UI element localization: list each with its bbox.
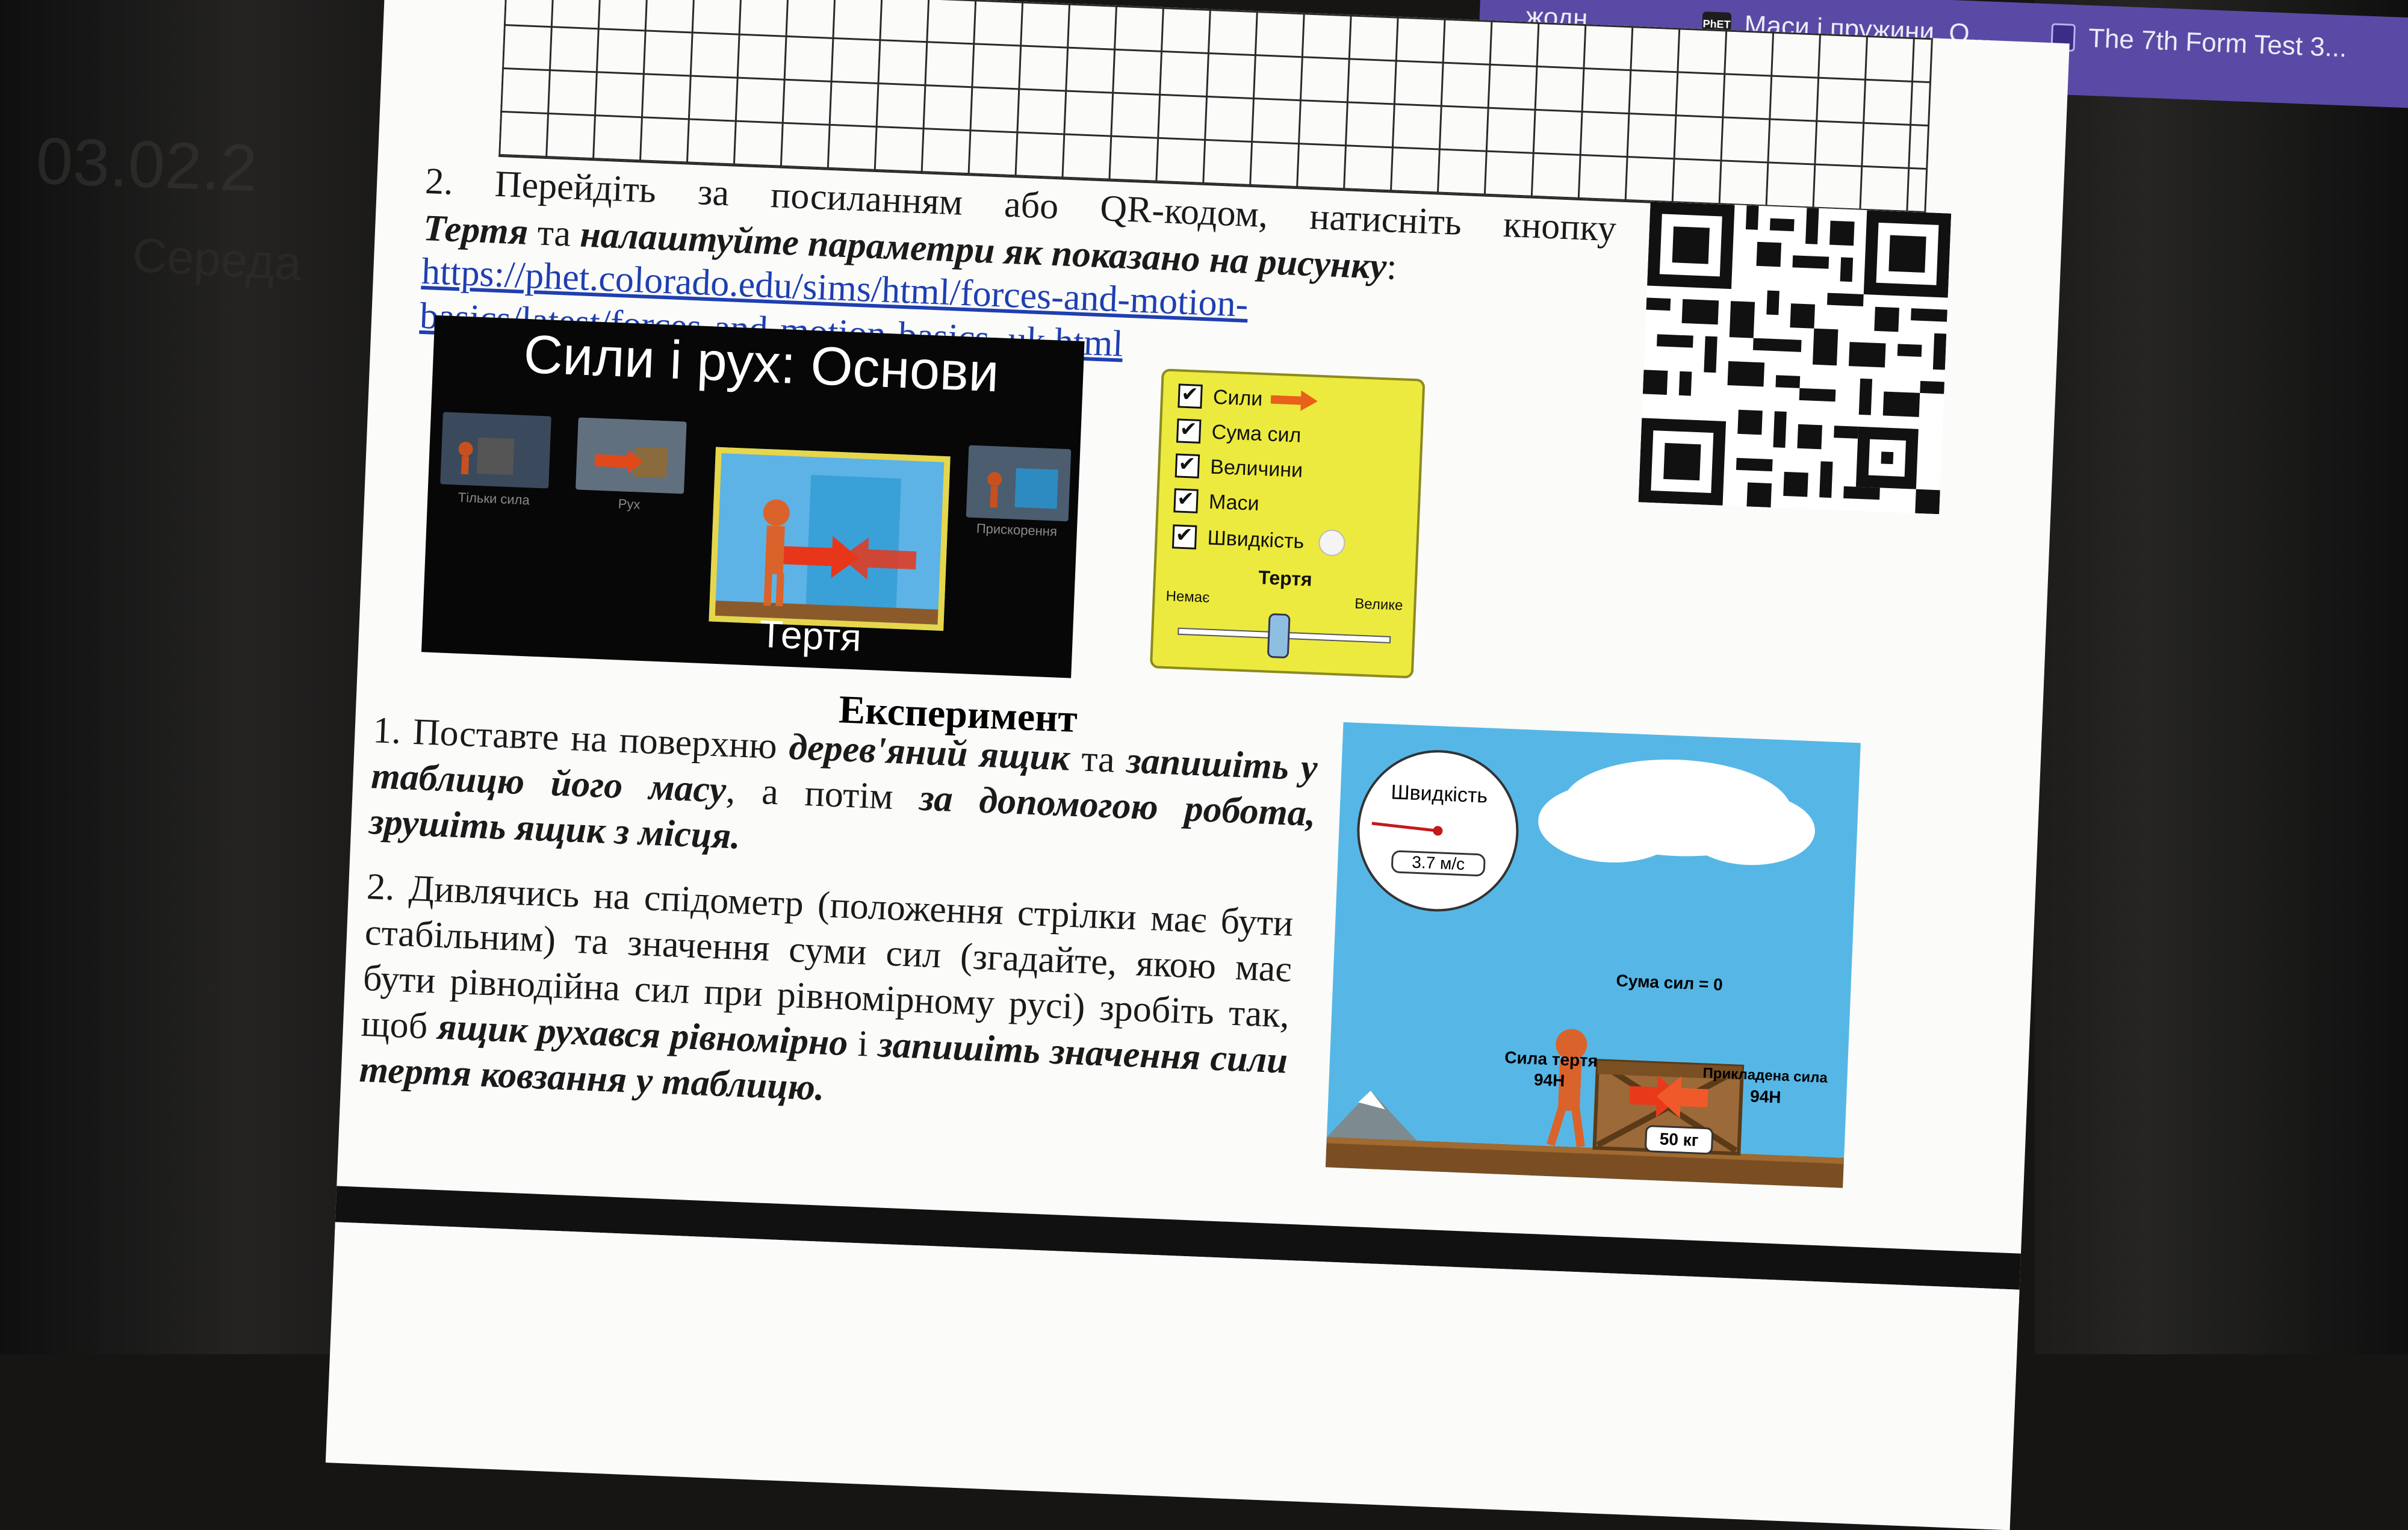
step2-text: 2. Дивлячись на спідометр (положення стр… [359,864,1294,1129]
speedometer: Швидкість 3.7 м/с [1354,747,1522,915]
qr-code-image [1638,201,1952,515]
tab-7th-form-test[interactable]: The 7th Form Test 3... [2050,16,2348,69]
ghost-subtitle: Середа [131,228,303,291]
checkbox-label: Величини [1209,455,1303,482]
friction-force-label: Сила тертя [1504,1048,1598,1071]
thumb-acceleration[interactable] [966,445,1072,522]
speedometer-readout: 3.7 м/с [1391,850,1486,877]
speedometer-dial [1371,822,1443,836]
ghost-title: 03.02.2 [34,123,259,206]
task2-number: 2. [424,160,455,203]
task2-mid: та [527,211,582,255]
thumb-motion[interactable] [576,417,687,494]
checkbox-label: Маси [1208,490,1260,515]
step2-number: 2. [365,866,396,908]
thumb-force-only[interactable] [440,412,551,489]
simulation-scene: Швидкість 3.7 м/с Сума сил = 0 Сила терт… [1325,722,1861,1188]
tab-label: The 7th Form Test 3... [2088,23,2348,63]
step1-e: , а потім [725,769,920,819]
background-right [2035,0,2408,1354]
step1-c: та [1069,737,1128,781]
checkbox-box [1178,383,1203,409]
checkbox-sum-of-forces[interactable]: Сума сил [1176,418,1302,447]
banner-title: Сили і рух: Основи [522,324,1001,404]
friction-slider-max: Велике [1354,595,1403,614]
box-mass-label: 50 кг [1659,1129,1699,1150]
force-arrow-icon [1271,390,1318,411]
qr-code [1638,201,1952,515]
settings-panel: Сили Сума сил Величини Маси Швидкість Те… [1149,368,1426,679]
thumb-force-only-icon [458,437,515,475]
checkbox-masses[interactable]: Маси [1173,488,1259,516]
step1-b: дерев'яний ящик [788,726,1070,779]
checkbox-box [1176,418,1202,444]
step1-number: 1. [372,710,402,752]
checkbox-label: Сума сил [1211,420,1302,447]
thumb-label-friction: Тертя [759,612,863,660]
checkbox-label: Сили [1212,385,1264,410]
checkbox-speed[interactable]: Швидкість [1171,523,1346,557]
document-page: 2. Перейдіть за посиланням або QR-кодом,… [325,0,2070,1530]
phet-banner: Сили і рух: Основи Тільки сила Рух Тертя [421,315,1085,678]
thumb-label-motion: Рух [618,496,641,512]
checkbox-box [1171,524,1197,550]
speedometer-icon [1318,528,1346,557]
task2-end: : [1385,246,1398,288]
checkbox-forces[interactable]: Сили [1178,383,1320,413]
thumb-motion-icon [594,447,668,479]
thumb-acceleration-icon [987,468,1058,509]
tertya-bold: Тертя [422,207,529,253]
step2-c: і [847,1023,880,1065]
friction-slider-min: Немає [1165,587,1210,606]
thumb-label-acceleration: Прискорення [976,521,1058,539]
checkbox-box [1173,488,1199,513]
checkbox-values[interactable]: Величини [1175,453,1303,482]
checkbox-label: Швидкість [1206,526,1305,553]
friction-force-value: 94Н [1533,1070,1565,1091]
friction-slider-thumb[interactable] [1267,613,1291,659]
thumb-friction-selected[interactable] [709,447,951,631]
friction-thumb-image [715,475,939,625]
applied-force-value: 94Н [1749,1086,1782,1107]
thumb-label-force-only: Тільки сила [458,489,530,508]
checkbox-box [1175,453,1200,479]
